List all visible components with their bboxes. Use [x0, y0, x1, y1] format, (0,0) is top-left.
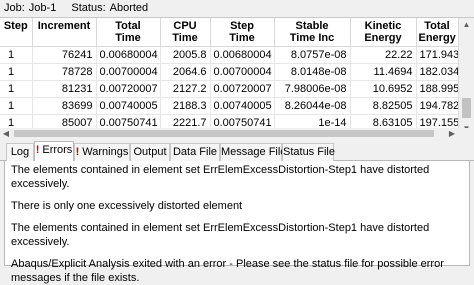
tab-status-file[interactable]: Status File	[282, 143, 335, 161]
table-cell: 1	[0, 80, 33, 98]
table-row[interactable]: 1 83699 0.00740005 2188.3 0.00740005 8.26044e…	[0, 97, 459, 115]
table-cell: 2005.8	[160, 46, 211, 64]
table-cell: 188.995	[416, 80, 459, 98]
vertical-scroll-thumb[interactable]	[462, 98, 471, 118]
table-cell: 182.034	[416, 63, 459, 81]
table-cell: 2127.2	[160, 80, 211, 98]
col-header-increment[interactable]: Increment	[32, 18, 97, 47]
col-header-step[interactable]: Step	[0, 18, 33, 47]
exclamation-alert-icon: !	[75, 146, 80, 158]
tab-output[interactable]: Output	[130, 143, 170, 161]
col-header-total-time[interactable]: Total Time	[96, 18, 161, 47]
horizontal-scroll-thumb[interactable]	[14, 130, 434, 137]
table-row[interactable]: 1 81231 0.00720007 2127.2 0.00720007 7.98006e…	[0, 80, 459, 98]
error-message: There is only one excessively distorted …	[11, 200, 243, 212]
table-cell: 8.0148e-08	[274, 63, 351, 81]
table-cell: 0.00680004	[96, 46, 161, 64]
table-cell: 8.82505	[350, 97, 417, 115]
scroll-left-icon[interactable]: ◀	[0, 128, 12, 139]
table-cell: 0.00740005	[210, 97, 275, 115]
col-header-stable-time-inc[interactable]: Stable Time Inc	[274, 18, 351, 47]
table-cell: 8.0757e-08	[274, 46, 351, 64]
col-header-kinetic-energy[interactable]: Kinetic Energy	[350, 18, 417, 47]
table-cell: 2064.6	[160, 63, 211, 81]
error-message: Abaqus/Explicit Analysis exited with an …	[11, 258, 444, 284]
table-cell: 7.98006e-08	[274, 80, 351, 98]
col-header-cpu-time[interactable]: CPU Time	[160, 18, 211, 47]
output-tabs: Log ! Errors ! Warnings Output Data File M…	[0, 141, 474, 161]
table-cell: 1	[0, 63, 33, 81]
scroll-up-icon[interactable]: ▲	[459, 18, 474, 32]
table-cell: 0.00720007	[210, 80, 275, 98]
exclamation-alert-icon: !	[35, 144, 40, 156]
table-cell: 171.943	[416, 46, 459, 64]
col-header-step-time[interactable]: Step Time	[210, 18, 275, 47]
tab-data-file[interactable]: Data File	[170, 143, 220, 161]
table-cell: 0.00720007	[96, 80, 161, 98]
table-cell: 194.782	[416, 97, 459, 115]
tab-log[interactable]: Log	[6, 143, 34, 161]
table-header-row: Step Increment Total Time CPU Time Step Tim…	[0, 18, 459, 47]
table-horizontal-scrollbar[interactable]: ◀ ▶	[0, 128, 474, 139]
table-cell: 0.00700004	[210, 63, 275, 81]
error-message: The elements contained in element set Er…	[11, 222, 430, 248]
tab-message-file[interactable]: Message File	[220, 143, 286, 161]
errors-message-area[interactable]: The elements contained in element set Er…	[4, 161, 470, 284]
table-cell: 83699	[32, 97, 97, 115]
table-cell: 0.00740005	[96, 97, 161, 115]
tab-errors[interactable]: ! Errors	[34, 141, 74, 161]
job-label: Job:	[4, 2, 25, 14]
tab-warnings[interactable]: ! Warnings	[74, 143, 130, 161]
table-body: 1 76241 0.00680004 2005.8 0.00680004 8.0757e-…	[0, 46, 459, 132]
error-message: The elements contained in element set Er…	[11, 164, 430, 190]
job-value: Job-1	[28, 2, 57, 14]
status-value: Aborted	[109, 2, 149, 14]
col-header-total-energy[interactable]: Total Energy	[416, 18, 459, 47]
job-status-bar: Job: Job-1 Status: Aborted	[0, 0, 474, 16]
table-cell: 11.4694	[350, 63, 417, 81]
table-cell: 0.00700004	[96, 63, 161, 81]
table-cell: 1	[0, 46, 33, 64]
table-cell: 81231	[32, 80, 97, 98]
table-cell: 10.6952	[350, 80, 417, 98]
table-row[interactable]: 1 76241 0.00680004 2005.8 0.00680004 8.0757e-…	[0, 46, 459, 64]
table-cell: 2188.3	[160, 97, 211, 115]
table-cell: 0.00680004	[210, 46, 275, 64]
table-cell: 22.22	[350, 46, 417, 64]
table-cell: 76241	[32, 46, 97, 64]
table-row[interactable]: 1 78728 0.00700004 2064.6 0.00700004 8.0148e-…	[0, 63, 459, 81]
table-cell: 78728	[32, 63, 97, 81]
status-label: Status:	[71, 2, 106, 14]
table-cell: 8.26044e-08	[274, 97, 351, 115]
scroll-right-icon[interactable]: ▶	[446, 128, 458, 139]
table-vertical-scrollbar[interactable]: ▲ ▼	[458, 18, 474, 136]
table-cell: 1	[0, 97, 33, 115]
monitor-table-panel: Step Increment Total Time CPU Time Step Tim…	[0, 17, 474, 137]
monitor-table: Step Increment Total Time CPU Time Step Tim…	[0, 18, 459, 132]
